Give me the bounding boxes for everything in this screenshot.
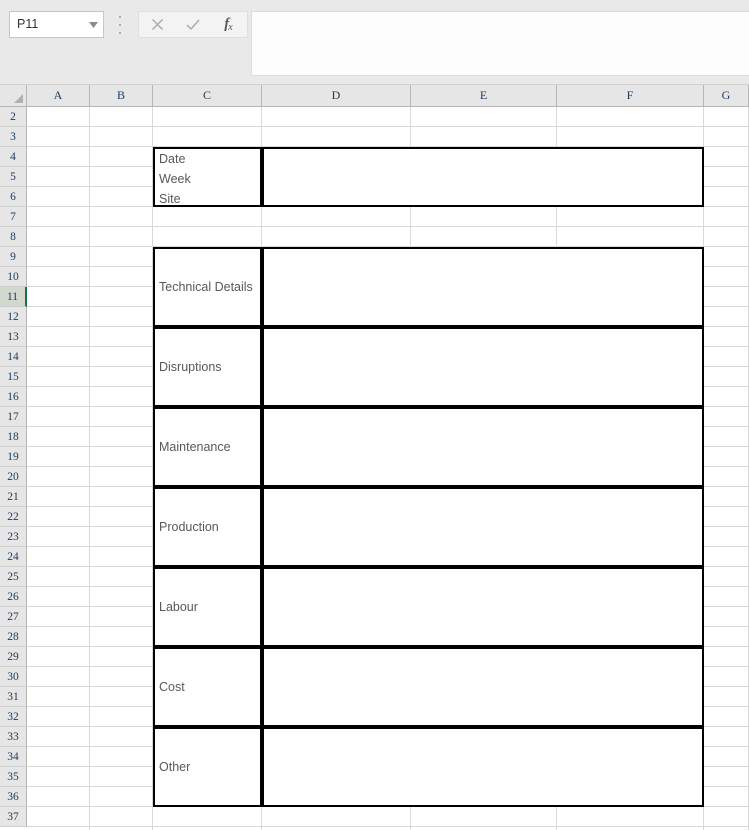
column-header-E[interactable]: E (411, 85, 557, 107)
row-header-35[interactable]: 35 (0, 767, 27, 787)
row-header-31[interactable]: 31 (0, 687, 27, 707)
row-header-32[interactable]: 32 (0, 707, 27, 727)
row-header-19[interactable]: 19 (0, 447, 27, 467)
row-header-15[interactable]: 15 (0, 367, 27, 387)
section-entry-other[interactable] (262, 727, 704, 807)
row-header-33[interactable]: 33 (0, 727, 27, 747)
row-header-13[interactable]: 13 (0, 327, 27, 347)
gridline-horizontal (27, 226, 749, 227)
row-header-6[interactable]: 6 (0, 187, 27, 207)
row-header-21[interactable]: 21 (0, 487, 27, 507)
section-label-cost: Cost (153, 647, 262, 727)
column-header-C[interactable]: C (153, 85, 262, 107)
column-header-F[interactable]: F (557, 85, 704, 107)
header-label-site: Site (159, 192, 181, 206)
row-header-5[interactable]: 5 (0, 167, 27, 187)
section-label-production: Production (153, 487, 262, 567)
column-header-G[interactable]: G (704, 85, 749, 107)
confirm-check-icon[interactable] (175, 12, 211, 37)
row-header-14[interactable]: 14 (0, 347, 27, 367)
gridline-horizontal (27, 126, 749, 127)
row-header-column: 2 3 4 5 6 7 8 9 10 11 12 13 14 15 16 17 18 19 20 21 22 23 24 25… (0, 107, 27, 830)
row-header-36[interactable]: 36 (0, 787, 27, 807)
column-header-B[interactable]: B (90, 85, 153, 107)
row-header-12[interactable]: 12 (0, 307, 27, 327)
spreadsheet-grid: ABCDEFG 2 3 4 5 6 7 8 9 10 11 12 13 14 15 16 17 18 19 20 21… (0, 85, 749, 830)
header-label-week: Week (159, 172, 191, 186)
row-header-3[interactable]: 3 (0, 127, 27, 147)
row-header-16[interactable]: 16 (0, 387, 27, 407)
row-header-18[interactable]: 18 (0, 427, 27, 447)
toolbar-separator-dots (118, 16, 122, 34)
section-entry-labour[interactable] (262, 567, 704, 647)
name-box-value: P11 (17, 18, 39, 31)
section-label-technical-details: Technical Details (153, 247, 262, 327)
section-entry-cost[interactable] (262, 647, 704, 727)
section-entry-technical-details[interactable] (262, 247, 704, 327)
column-header-A[interactable]: A (27, 85, 90, 107)
column-header-row: ABCDEFG (27, 85, 749, 107)
fx-insert-function-icon[interactable]: fx (211, 12, 247, 37)
section-entry-disruptions[interactable] (262, 327, 704, 407)
row-header-11[interactable]: 11 (0, 287, 27, 307)
row-header-20[interactable]: 20 (0, 467, 27, 487)
cancel-x-icon[interactable] (139, 12, 175, 37)
formula-bar-area: P11 fx (0, 0, 749, 85)
row-header-27[interactable]: 27 (0, 607, 27, 627)
row-header-25[interactable]: 25 (0, 567, 27, 587)
row-header-10[interactable]: 10 (0, 267, 27, 287)
select-all-corner[interactable] (0, 85, 27, 107)
row-header-23[interactable]: 23 (0, 527, 27, 547)
section-label-disruptions: Disruptions (153, 327, 262, 407)
row-header-29[interactable]: 29 (0, 647, 27, 667)
gridline-vertical (89, 107, 90, 830)
row-header-4[interactable]: 4 (0, 147, 27, 167)
row-header-17[interactable]: 17 (0, 407, 27, 427)
column-header-D[interactable]: D (262, 85, 411, 107)
name-box[interactable]: P11 (9, 11, 104, 38)
row-header-37[interactable]: 37 (0, 807, 27, 827)
header-label-block: Date Week Site (153, 147, 262, 207)
row-header-24[interactable]: 24 (0, 547, 27, 567)
header-entry-block[interactable] (262, 147, 704, 207)
row-header-28[interactable]: 28 (0, 627, 27, 647)
section-entry-maintenance[interactable] (262, 407, 704, 487)
section-entry-production[interactable] (262, 487, 704, 567)
formula-input[interactable] (251, 11, 749, 76)
row-header-26[interactable]: 26 (0, 587, 27, 607)
select-all-triangle-icon (14, 94, 23, 103)
row-header-34[interactable]: 34 (0, 747, 27, 767)
gridline-horizontal (27, 826, 749, 827)
row-header-30[interactable]: 30 (0, 667, 27, 687)
row-header-7[interactable]: 7 (0, 207, 27, 227)
section-label-labour: Labour (153, 567, 262, 647)
header-label-date: Date (159, 152, 186, 166)
row-header-8[interactable]: 8 (0, 227, 27, 247)
row-header-22[interactable]: 22 (0, 507, 27, 527)
row-header-9[interactable]: 9 (0, 247, 27, 267)
section-label-other: Other (153, 727, 262, 807)
formula-action-group: fx (138, 11, 248, 38)
chevron-down-icon[interactable] (83, 12, 103, 37)
row-header-2[interactable]: 2 (0, 107, 27, 127)
cell-area[interactable]: Date Week Site Technical Details Disruptions… (27, 107, 749, 830)
section-label-maintenance: Maintenance (153, 407, 262, 487)
